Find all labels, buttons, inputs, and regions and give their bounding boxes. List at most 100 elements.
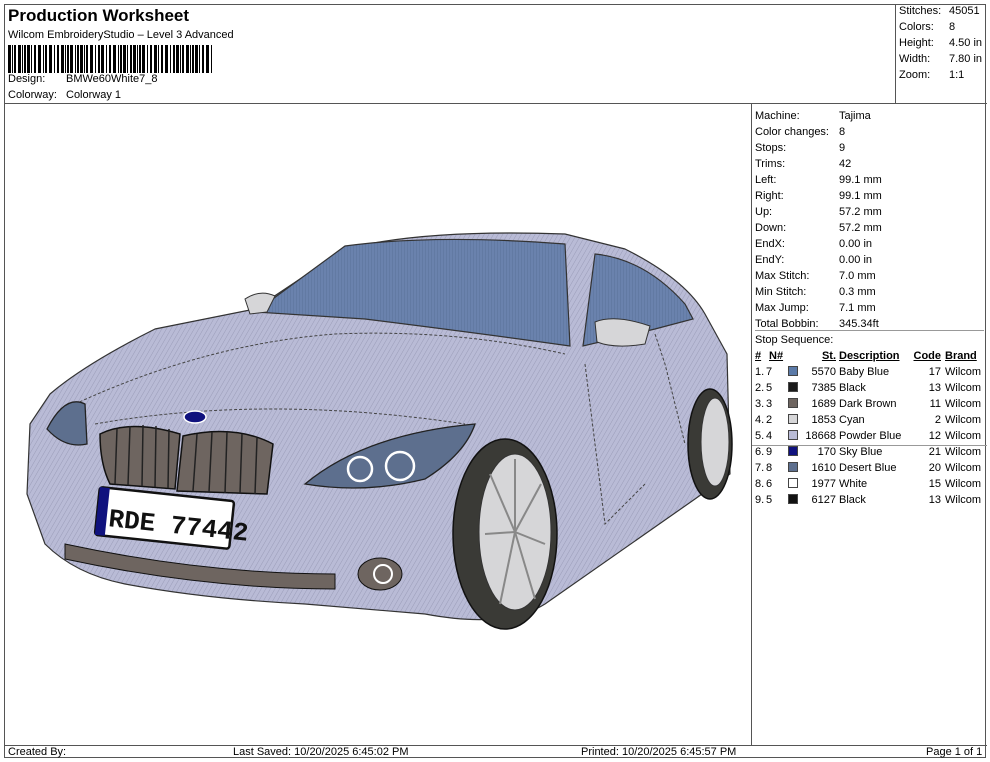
worksheet-footer: Created By: Last Saved: 10/20/2025 6:45:… <box>5 745 987 759</box>
table-row: 3. 3 1689 Dark Brown 11 Wilcom <box>752 398 987 413</box>
design-label: Design: <box>8 73 46 85</box>
row-num: 3. <box>755 398 765 410</box>
info-row: Left: 99.1 mm <box>755 174 882 186</box>
page-number: Page 1 of 1 <box>926 746 983 758</box>
info-row: Up: 57.2 mm <box>755 206 882 218</box>
row-description: Baby Blue <box>839 366 890 378</box>
col-description: Description <box>839 350 900 362</box>
info-row: Right: 99.1 mm <box>755 190 882 202</box>
row-brand: Wilcom <box>945 478 982 490</box>
row-needle: 4 <box>766 430 773 442</box>
row-code: 21 <box>928 446 941 458</box>
row-num: 4. <box>755 414 765 426</box>
row-stitches: 1689 <box>811 398 836 410</box>
created-by: Created By: <box>8 746 67 758</box>
row-needle: 3 <box>766 398 773 410</box>
rear-rim-shape <box>700 397 730 487</box>
row-needle: 5 <box>766 494 773 506</box>
row-brand: Wilcom <box>945 446 982 458</box>
row-stitches: 170 <box>817 446 836 458</box>
row-num: 7. <box>755 462 765 474</box>
logo-emblem <box>183 410 207 424</box>
table-row: 6. 9 170 Sky Blue 21 Wilcom <box>752 446 987 461</box>
fog-light-shape <box>357 557 403 591</box>
table-row: 7. 8 1610 Desert Blue 20 Wilcom <box>752 462 987 477</box>
row-description: Black <box>839 494 866 506</box>
design-value: BMWe60White7_8 <box>66 73 158 85</box>
col-code: Code <box>913 350 942 362</box>
car-embroidery-image: RDE 77442 <box>26 232 733 630</box>
row-stitches: 7385 <box>811 382 836 394</box>
info-row: Down: 57.2 mm <box>755 222 882 234</box>
info-row: Trims: 42 <box>755 158 852 170</box>
summary-row: Zoom: 1:1 <box>899 69 965 81</box>
row-stitches: 1610 <box>811 462 836 474</box>
row-needle: 2 <box>766 414 773 426</box>
info-row: EndX: 0.00 in <box>755 238 873 250</box>
row-num: 6. <box>755 446 765 458</box>
row-brand: Wilcom <box>945 430 982 442</box>
row-code: 2 <box>934 414 941 426</box>
info-row: Max Jump: 7.1 mm <box>755 302 876 314</box>
row-code: 15 <box>928 478 941 490</box>
row-code: 11 <box>929 398 941 410</box>
col-stitches: St. <box>821 350 836 362</box>
row-description: Cyan <box>839 414 865 426</box>
row-description: Black <box>839 382 866 394</box>
barcode-image <box>8 45 212 73</box>
row-brand: Wilcom <box>945 494 982 506</box>
info-row: Total Bobbin: 345.34ft <box>755 318 984 331</box>
table-row: 4. 2 1853 Cyan 2 Wilcom <box>752 414 987 429</box>
row-description: Desert Blue <box>839 462 897 474</box>
col-needle: N# <box>769 350 784 362</box>
design-summary: Stitches: 45051 Colors: 8 Height: 4.50 in W… <box>895 5 987 104</box>
design-name-line: Design: BMWe60White7_8 <box>8 73 158 85</box>
row-description: Powder Blue <box>839 430 902 442</box>
row-brand: Wilcom <box>945 398 982 410</box>
row-stitches: 1977 <box>811 478 836 490</box>
row-num: 9. <box>755 494 765 506</box>
stop-sequence-title: Stop Sequence: <box>755 334 834 346</box>
row-code: 17 <box>928 366 941 378</box>
row-num: 8. <box>755 478 765 490</box>
row-stitches: 5570 <box>811 366 836 378</box>
colorway-value: Colorway 1 <box>66 89 122 101</box>
row-num: 5. <box>755 430 765 442</box>
printed-date: Printed: 10/20/2025 6:45:57 PM <box>581 746 737 758</box>
last-saved: Last Saved: 10/20/2025 6:45:02 PM <box>233 746 409 758</box>
row-brand: Wilcom <box>945 366 982 378</box>
colorway-line: Colorway: Colorway 1 <box>8 89 121 101</box>
summary-row: Width: 7.80 in <box>899 53 983 65</box>
stop-table-header: # N# St. Description Code Brand <box>752 350 987 365</box>
row-num: 1. <box>755 366 765 378</box>
col-num: # <box>755 350 762 362</box>
row-needle: 6 <box>766 478 773 490</box>
info-row: Stops: 9 <box>755 142 846 154</box>
table-row: 8. 6 1977 White 15 Wilcom <box>752 478 987 493</box>
info-row: Machine: Tajima <box>755 110 871 122</box>
info-row: EndY: 0.00 in <box>755 254 873 266</box>
row-stitches: 18668 <box>805 430 836 442</box>
info-row: Max Stitch: 7.0 mm <box>755 270 876 282</box>
table-row: 9. 5 6127 Black 13 Wilcom <box>752 494 987 509</box>
row-needle: 9 <box>766 446 773 458</box>
machine-info-panel: Machine: Tajima Color changes: 8 Stops: 9 T… <box>752 104 987 745</box>
table-row: 1. 7 5570 Baby Blue 17 Wilcom <box>752 366 987 381</box>
row-stitches: 6127 <box>811 494 836 506</box>
row-needle: 8 <box>766 462 773 474</box>
row-description: White <box>839 478 868 490</box>
row-num: 2. <box>755 382 765 394</box>
row-stitches: 1853 <box>811 414 836 426</box>
summary-row: Stitches: 45051 <box>899 5 980 17</box>
worksheet-frame: Production Worksheet Wilcom EmbroiderySt… <box>4 4 987 759</box>
row-description: Sky Blue <box>839 446 883 458</box>
row-code: 13 <box>928 382 941 394</box>
summary-row: Height: 4.50 in <box>899 37 983 49</box>
worksheet-header: Production Worksheet Wilcom EmbroiderySt… <box>5 5 895 104</box>
col-brand: Brand <box>945 350 977 362</box>
row-brand: Wilcom <box>945 382 982 394</box>
row-code: 20 <box>928 462 941 474</box>
info-row: Min Stitch: 0.3 mm <box>755 286 876 298</box>
row-needle: 5 <box>766 382 773 394</box>
row-code: 12 <box>928 430 941 442</box>
